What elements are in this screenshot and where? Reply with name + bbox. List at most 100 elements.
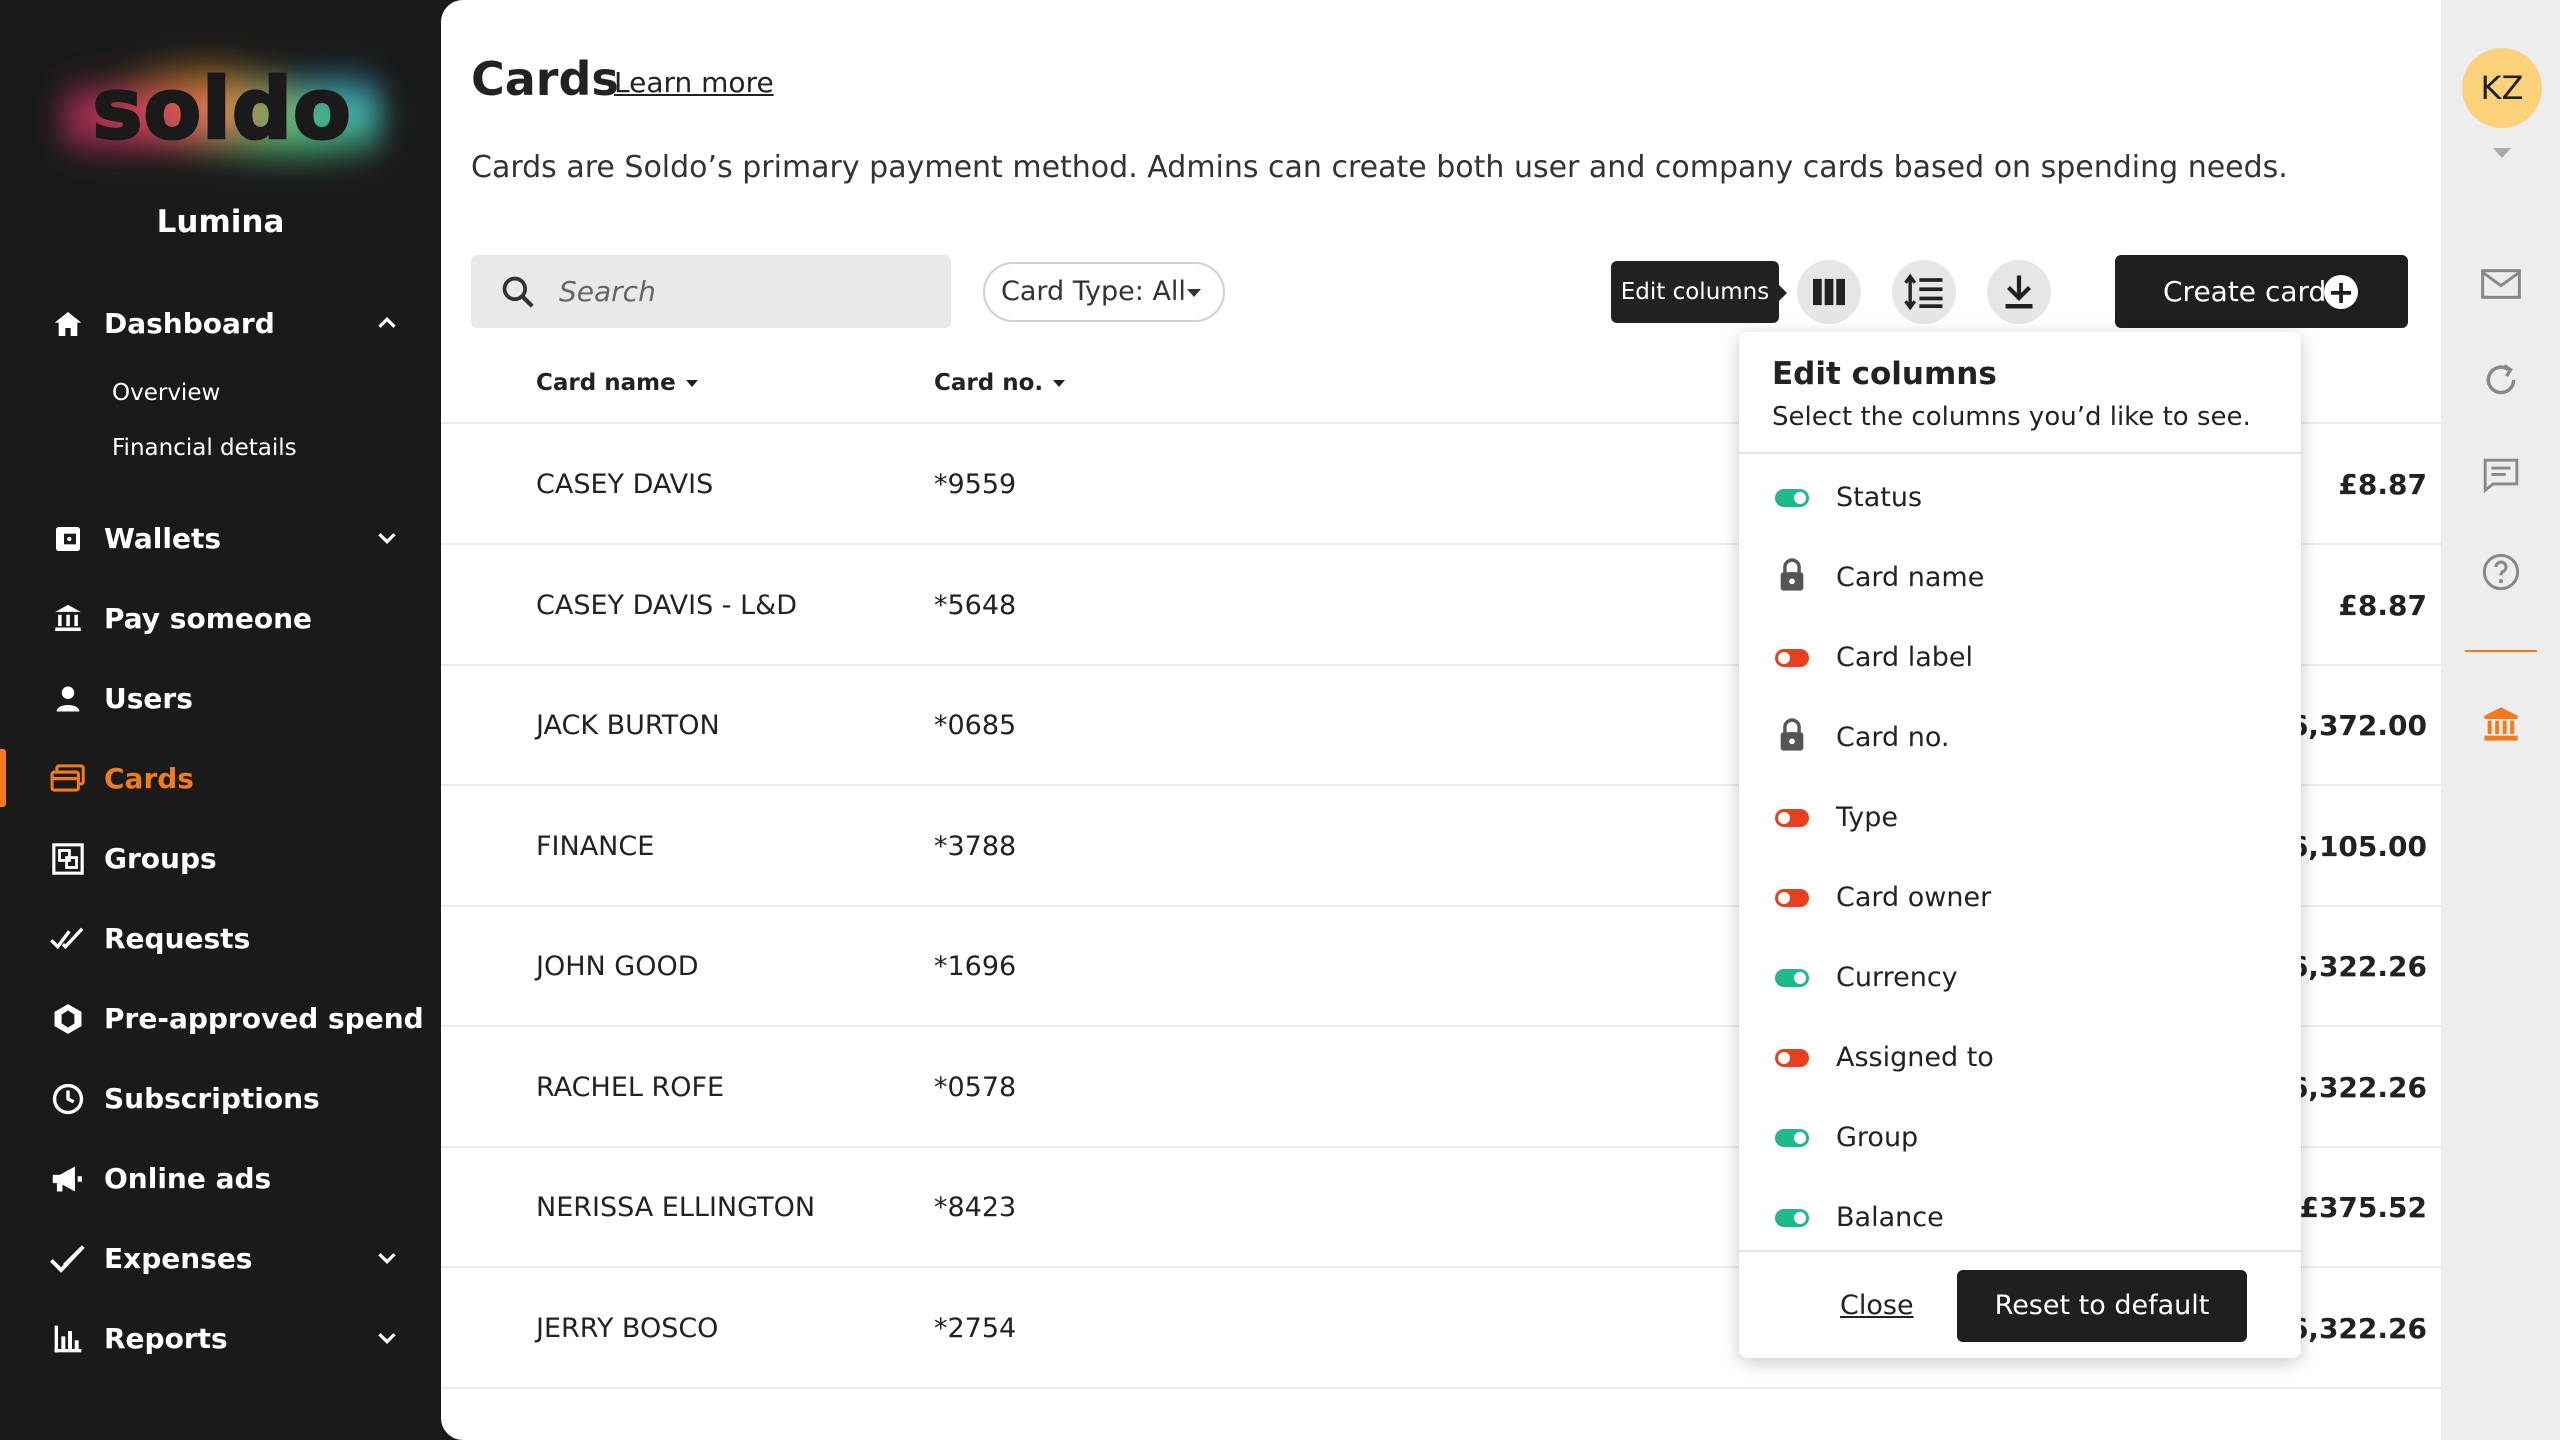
column-toggle[interactable]: [1775, 1129, 1809, 1147]
column-toggle[interactable]: [1775, 489, 1809, 507]
card-name-cell: NERISSA ELLINGTON: [536, 1192, 816, 1223]
search-box[interactable]: [471, 255, 951, 328]
column-toggle[interactable]: [1775, 809, 1809, 827]
popover-subtitle: Select the columns you’d like to see.: [1772, 402, 2251, 432]
search-icon: [502, 276, 534, 308]
wallet-icon: [50, 521, 86, 557]
column-option[interactable]: Status: [1739, 462, 2301, 542]
main-content: Cards Learn more Cards are Soldo’s prima…: [441, 0, 2441, 1440]
reset-to-default-button[interactable]: Reset to default: [1957, 1270, 2247, 1342]
column-header-card-name[interactable]: Card name: [536, 370, 698, 396]
column-option-label: Card no.: [1836, 722, 1950, 753]
sidebar-item-groups[interactable]: Groups: [0, 825, 441, 891]
column-toggle[interactable]: [1775, 969, 1809, 987]
sidebar-item-label: Online ads: [104, 1162, 272, 1195]
column-option[interactable]: Currency: [1739, 942, 2301, 1022]
groups-icon: [50, 841, 86, 877]
column-header-card-no[interactable]: Card no.: [934, 370, 1066, 396]
logo-text: soldo: [91, 59, 352, 160]
checkmark-pen-icon: [50, 1241, 86, 1277]
soldo-logo[interactable]: soldo: [62, 48, 382, 188]
plus-icon: +: [2324, 275, 2358, 309]
close-button[interactable]: Close: [1840, 1290, 1914, 1321]
sidebar-item-requests[interactable]: Requests: [0, 905, 441, 971]
caret-down-icon: [1187, 289, 1201, 297]
download-button[interactable]: [1987, 260, 2051, 324]
bank-icon[interactable]: [2479, 702, 2523, 746]
column-option[interactable]: Assigned to: [1739, 1022, 2301, 1102]
sidebar-item-label: Pre-approved spend: [104, 1002, 424, 1035]
sidebar-item-cards[interactable]: Cards: [0, 745, 441, 811]
chevron-down-icon[interactable]: [372, 1323, 402, 1353]
sidebar-item-online-ads[interactable]: Online ads: [0, 1145, 441, 1211]
column-header-label: Card no.: [934, 370, 1044, 396]
sidebar-item-pay-someone[interactable]: Pay someone: [0, 585, 441, 651]
chevron-up-icon[interactable]: [372, 308, 402, 338]
column-option[interactable]: Group: [1739, 1102, 2301, 1182]
sort-caret-icon: [1053, 380, 1066, 387]
card-type-filter[interactable]: Card Type: All: [983, 262, 1225, 322]
row-density-button[interactable]: [1892, 260, 1956, 324]
avatar-caret-icon[interactable]: [2493, 148, 2511, 158]
sort-caret-icon: [685, 380, 698, 387]
sidebar-item-users[interactable]: Users: [0, 665, 441, 731]
search-input[interactable]: [559, 271, 919, 311]
card-number-cell: *1696: [934, 951, 1017, 982]
card-name-cell: FINANCE: [536, 830, 655, 862]
edit-columns-tooltip: Edit columns: [1611, 261, 1787, 323]
bar-chart-icon: [50, 1321, 86, 1357]
sidebar-item-wallets[interactable]: Wallets: [0, 505, 441, 571]
column-toggle[interactable]: [1775, 1209, 1809, 1227]
row-divider: [441, 1386, 2441, 1389]
line-spacing-icon: [1904, 273, 1943, 311]
column-option: Card no.: [1739, 702, 2301, 782]
card-number-cell: *8423: [934, 1192, 1017, 1223]
card-number-cell: *3788: [934, 830, 1017, 862]
card-number-cell: *9559: [934, 469, 1017, 500]
column-toggle[interactable]: [1775, 1049, 1809, 1067]
megaphone-icon: [50, 1161, 86, 1197]
column-option[interactable]: Type: [1739, 782, 2301, 862]
popover-divider: [1739, 452, 2301, 454]
refresh-icon[interactable]: [2479, 358, 2523, 402]
card-name-cell: CASEY DAVIS - L&D: [536, 589, 798, 621]
column-toggle[interactable]: [1775, 649, 1809, 667]
sidebar-item-pre-approved-spend[interactable]: Pre-approved spend: [0, 985, 441, 1051]
chat-icon[interactable]: [2479, 454, 2523, 498]
card-number-cell: *0685: [934, 710, 1017, 741]
create-card-button[interactable]: Create card +: [2115, 255, 2408, 328]
balance-cell: £8.87: [2338, 588, 2427, 622]
column-toggle[interactable]: [1775, 889, 1809, 907]
sidebar-item-dashboard[interactable]: Dashboard: [0, 290, 441, 356]
column-option-label: Card owner: [1836, 882, 1992, 913]
sidebar-item-label: Pay someone: [104, 602, 313, 635]
card-type-filter-label: Card Type: All: [1001, 276, 1186, 307]
card-name-cell: RACHEL ROFE: [536, 1071, 725, 1103]
sidebar-item-expenses[interactable]: Expenses: [0, 1225, 441, 1291]
chevron-down-icon[interactable]: [372, 523, 402, 553]
sidebar-item-label: Requests: [104, 922, 251, 955]
card-number-cell: *5648: [934, 589, 1017, 621]
mail-icon[interactable]: [2479, 262, 2523, 306]
sidebar-item-label: Dashboard: [104, 307, 275, 340]
column-option: Card name: [1739, 542, 2301, 622]
sidebar-item-subscriptions[interactable]: Subscriptions: [0, 1065, 441, 1131]
column-option-label: Status: [1836, 482, 1923, 513]
cards-icon: [50, 761, 86, 797]
edit-columns-popover: Edit columns Select the columns you’d li…: [1739, 332, 2301, 1358]
avatar[interactable]: KZ: [2462, 48, 2542, 128]
user-icon: [50, 681, 86, 717]
page-title: Cards: [471, 52, 619, 106]
learn-more-link[interactable]: Learn more: [614, 66, 774, 99]
chevron-down-icon[interactable]: [372, 1243, 402, 1273]
edit-columns-button[interactable]: [1797, 260, 1861, 324]
column-option[interactable]: Card owner: [1739, 862, 2301, 942]
rail-divider: [2465, 650, 2537, 652]
sidebar-subitem-financial-details[interactable]: Financial details: [112, 435, 297, 461]
column-option[interactable]: Card label: [1739, 622, 2301, 702]
sidebar-item-reports[interactable]: Reports: [0, 1305, 441, 1371]
sidebar-subitem-overview[interactable]: Overview: [112, 380, 220, 406]
home-icon: [50, 306, 86, 342]
card-name-cell: CASEY DAVIS: [536, 469, 714, 500]
help-icon[interactable]: [2479, 550, 2523, 594]
